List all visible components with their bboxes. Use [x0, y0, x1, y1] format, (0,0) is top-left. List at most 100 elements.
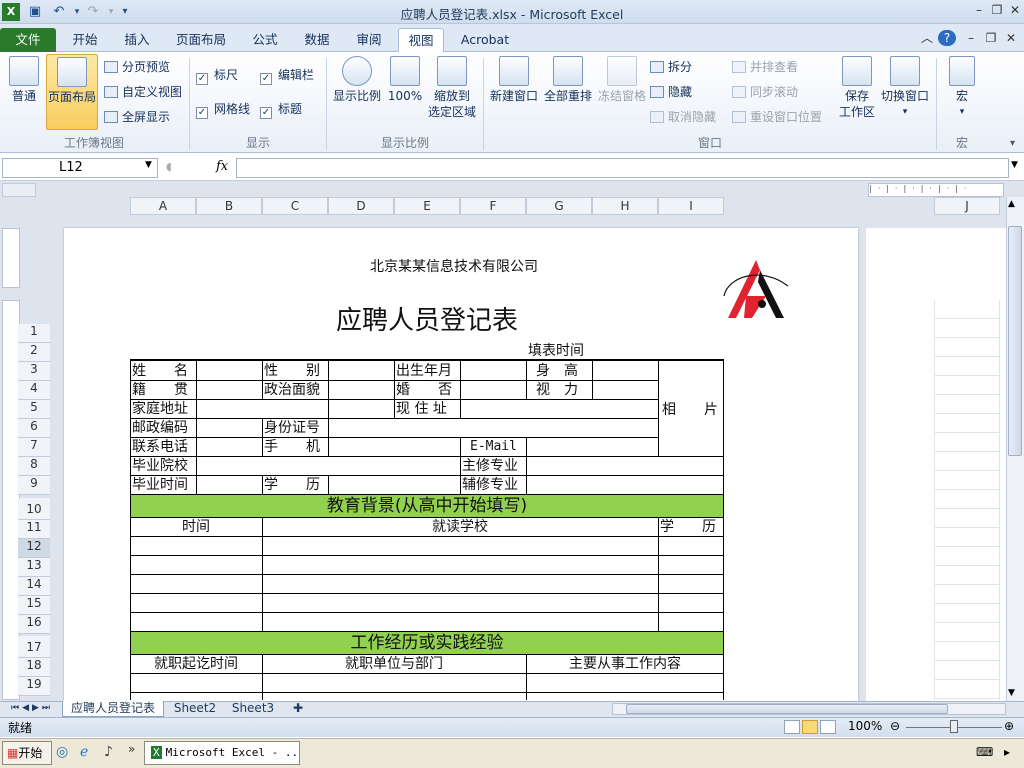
zoom-button[interactable]: 显示比例: [332, 56, 382, 104]
column-header-c[interactable]: C: [262, 197, 328, 215]
row-header[interactable]: 10: [18, 498, 50, 520]
split-button[interactable]: 拆分: [650, 58, 692, 76]
tab-home[interactable]: 开始: [62, 28, 108, 52]
start-button[interactable]: ▦开始: [2, 741, 52, 765]
row-header[interactable]: 3: [18, 362, 50, 381]
page-layout-view-button[interactable]: 页面布局: [46, 54, 98, 130]
sheet-tab[interactable]: Sheet3: [226, 701, 280, 717]
formula-bar-checkbox[interactable]: ✓ 编辑栏: [260, 66, 314, 85]
tab-insert[interactable]: 插入: [114, 28, 160, 52]
ribbon-expand-icon[interactable]: ▾: [1010, 138, 1015, 149]
switch-windows-button[interactable]: 切换窗口 ▾: [880, 56, 930, 120]
ribbon-collapse-icon[interactable]: ︿: [918, 30, 936, 46]
scroll-up-icon[interactable]: ▲: [1008, 199, 1015, 209]
sync-scroll-button[interactable]: 同步滚动: [732, 83, 798, 101]
quicklaunch-icon[interactable]: ◎: [56, 744, 68, 760]
tray-icon[interactable]: ▸: [1004, 745, 1010, 759]
row-header[interactable]: 4: [18, 381, 50, 400]
zoom-to-selection-button[interactable]: 缩放到 选定区域: [426, 56, 478, 120]
row-header[interactable]: 1: [18, 324, 50, 343]
zoom-in-icon[interactable]: ⊕: [1004, 719, 1014, 733]
wb-minimize-icon[interactable]: –: [962, 30, 980, 46]
arrange-all-button[interactable]: 全部重排: [542, 56, 594, 104]
horizontal-scroll-thumb[interactable]: [626, 704, 948, 714]
normal-view-status-icon[interactable]: [784, 720, 800, 734]
unhide-button[interactable]: 取消隐藏: [650, 108, 716, 126]
row-header[interactable]: 14: [18, 577, 50, 596]
row-header[interactable]: 13: [18, 558, 50, 577]
ruler-checkbox[interactable]: ✓ 标尺: [196, 66, 238, 85]
row-header[interactable]: 9: [18, 476, 50, 495]
custom-views-button[interactable]: 自定义视图: [104, 83, 182, 101]
row-header[interactable]: 16: [18, 615, 50, 634]
row-header[interactable]: 11: [18, 520, 50, 539]
undo-icon[interactable]: ↶: [50, 3, 68, 21]
restore-icon[interactable]: ❐: [988, 2, 1006, 18]
row-header[interactable]: 18: [18, 658, 50, 677]
media-icon[interactable]: ♪: [104, 744, 113, 760]
excel-logo-icon[interactable]: X: [2, 3, 20, 21]
zoom-level[interactable]: 100%: [848, 719, 882, 733]
row-header[interactable]: 5: [18, 400, 50, 419]
tab-file[interactable]: 文件: [0, 28, 56, 52]
headings-checkbox[interactable]: ✓ 标题: [260, 100, 302, 119]
tab-review[interactable]: 审阅: [346, 28, 392, 52]
select-all-corner[interactable]: [2, 183, 36, 197]
column-header-b[interactable]: B: [196, 197, 262, 215]
column-header-i[interactable]: I: [658, 197, 724, 215]
column-header-e[interactable]: E: [394, 197, 460, 215]
row-header[interactable]: 8: [18, 457, 50, 476]
zoom-100-button[interactable]: 100%: [386, 56, 424, 104]
zoom-slider-thumb[interactable]: [950, 720, 958, 733]
column-header-g[interactable]: G: [526, 197, 592, 215]
taskbar-excel-button[interactable]: X Microsoft Excel - ...: [144, 741, 300, 765]
row-header-selected[interactable]: 12: [18, 539, 50, 558]
row-header[interactable]: 19: [18, 677, 50, 696]
sheet-tab[interactable]: Sheet2: [168, 701, 222, 717]
fx-icon[interactable]: fx: [216, 159, 228, 174]
freeze-panes-button[interactable]: 冻结窗格: [596, 56, 648, 104]
ie-icon[interactable]: ℯ: [80, 744, 88, 760]
sheet-nav-icon[interactable]: ⏮◀▶⏭: [4, 701, 60, 717]
wb-close-icon[interactable]: ✕: [1002, 30, 1020, 46]
tab-formulas[interactable]: 公式: [242, 28, 288, 52]
tab-view[interactable]: 视图: [398, 28, 444, 53]
name-box-dropdown-icon[interactable]: ▼: [145, 160, 152, 170]
keyboard-icon[interactable]: ⌨: [976, 745, 993, 759]
full-screen-button[interactable]: 全屏显示: [104, 108, 170, 126]
row-header[interactable]: 7: [18, 438, 50, 457]
row-header[interactable]: 15: [18, 596, 50, 615]
save-workspace-button[interactable]: 保存 工作区: [834, 56, 880, 120]
column-header-f[interactable]: F: [460, 197, 526, 215]
column-header-d[interactable]: D: [328, 197, 394, 215]
hide-button[interactable]: 隐藏: [650, 83, 692, 101]
page-break-status-icon[interactable]: [820, 720, 836, 734]
formula-expand-icon[interactable]: ◖: [166, 160, 172, 173]
minimize-icon[interactable]: –: [970, 2, 988, 18]
macros-button[interactable]: 宏 ▾: [944, 56, 980, 120]
column-header-j[interactable]: J: [934, 197, 1000, 215]
close-icon[interactable]: ✕: [1006, 2, 1024, 18]
tab-page-layout[interactable]: 页面布局: [166, 28, 236, 52]
redo-icon[interactable]: ↷: [84, 3, 102, 21]
name-box[interactable]: L12: [2, 158, 158, 178]
column-header-a[interactable]: A: [130, 197, 196, 215]
wb-restore-icon[interactable]: ❐: [982, 30, 1000, 46]
reset-position-button[interactable]: 重设窗口位置: [732, 108, 822, 126]
tab-data[interactable]: 数据: [294, 28, 340, 52]
formula-input[interactable]: [236, 158, 1009, 178]
row-header[interactable]: 2: [18, 343, 50, 362]
side-by-side-button[interactable]: 并排查看: [732, 58, 798, 76]
column-j-cells[interactable]: [934, 300, 1000, 700]
formula-bar-expand-icon[interactable]: ▼: [1011, 160, 1018, 170]
page-layout-status-icon[interactable]: [802, 720, 818, 734]
save-icon[interactable]: ▣: [26, 3, 44, 21]
more-icon[interactable]: »: [128, 742, 135, 756]
normal-view-button[interactable]: 普通: [4, 56, 44, 104]
help-icon[interactable]: ?: [938, 30, 956, 46]
row-header[interactable]: 17: [18, 636, 50, 658]
page-break-preview-button[interactable]: 分页预览: [104, 58, 170, 76]
sheet-tab-active[interactable]: 应聘人员登记表: [62, 701, 164, 717]
zoom-out-icon[interactable]: ⊖: [890, 719, 900, 733]
row-header[interactable]: 6: [18, 419, 50, 438]
